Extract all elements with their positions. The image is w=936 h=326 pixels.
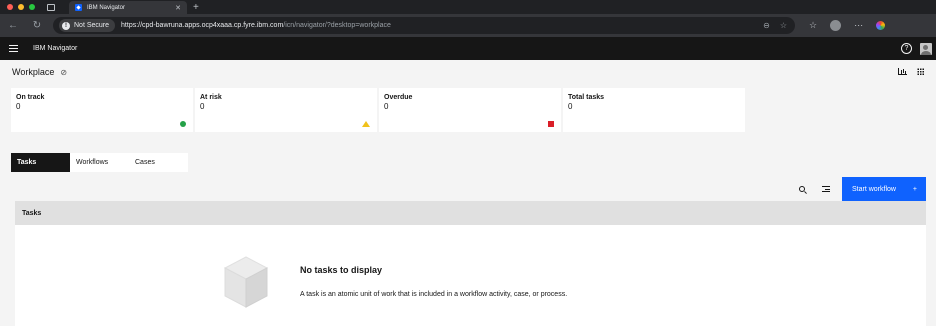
- chart-view-icon[interactable]: [898, 68, 907, 75]
- start-workflow-button[interactable]: Start workflow +: [842, 177, 926, 201]
- tile-count: 0: [568, 102, 573, 111]
- link-icon[interactable]: ⊘: [60, 68, 67, 77]
- grid-view-icon[interactable]: [917, 68, 924, 75]
- tab-cases[interactable]: Cases: [129, 153, 188, 172]
- content-tabs: Tasks Workflows Cases: [11, 153, 188, 172]
- browser-tab-title: IBM Navigator: [87, 4, 126, 11]
- empty-box-icon: [223, 256, 269, 308]
- tile-label: Overdue: [384, 94, 413, 101]
- tile-overdue[interactable]: Overdue 0: [379, 88, 561, 132]
- menu-icon[interactable]: [9, 45, 18, 52]
- tile-count: 0: [200, 102, 205, 111]
- close-window-button[interactable]: [7, 4, 13, 10]
- plus-icon: +: [912, 185, 917, 193]
- filter-icon[interactable]: [814, 177, 838, 201]
- security-label: Not Secure: [74, 22, 110, 29]
- table-header: Tasks: [15, 201, 926, 225]
- tab-overview-icon[interactable]: [47, 3, 55, 11]
- red-square-icon: [548, 121, 554, 127]
- tile-count: 0: [384, 102, 389, 111]
- address-bar[interactable]: ! Not Secure https://cpd-bawruna.apps.oc…: [53, 17, 795, 34]
- start-workflow-label: Start workflow: [852, 185, 896, 193]
- tile-label: On track: [16, 94, 45, 101]
- user-avatar-icon[interactable]: [920, 42, 932, 55]
- bookmarks-icon[interactable]: ☆: [809, 20, 817, 31]
- ibm-favicon-icon: [75, 4, 82, 11]
- empty-state-description: A task is an atomic unit of work that is…: [300, 291, 568, 298]
- empty-state-title: No tasks to display: [300, 265, 383, 275]
- table-toolbar: Start workflow +: [15, 177, 926, 201]
- page-settings-icon[interactable]: ⊖: [763, 21, 770, 30]
- url-path: /icn/navigator/?desktop=workplace: [283, 22, 391, 29]
- tab-tasks[interactable]: Tasks: [11, 153, 70, 172]
- search-icon[interactable]: [790, 177, 814, 201]
- page-title-row: Workplace ⊘: [12, 67, 67, 77]
- tile-label: Total tasks: [568, 94, 605, 101]
- tile-total-tasks[interactable]: Total tasks 0: [563, 88, 745, 132]
- warning-icon: !: [62, 21, 70, 30]
- app-header: IBM Navigator ?: [0, 37, 936, 60]
- tile-at-risk[interactable]: At risk 0: [195, 88, 377, 132]
- maximize-window-button[interactable]: [29, 4, 35, 10]
- bookmark-star-icon[interactable]: ☆: [780, 21, 787, 30]
- browser-tab[interactable]: IBM Navigator ✕: [69, 1, 187, 14]
- help-icon[interactable]: ?: [901, 43, 912, 54]
- close-tab-icon[interactable]: ✕: [175, 4, 181, 12]
- security-indicator[interactable]: ! Not Secure: [59, 19, 116, 32]
- profile-icon[interactable]: [830, 20, 842, 31]
- app-name: IBM Navigator: [33, 45, 78, 52]
- summary-tiles: On track 0 At risk 0 Overdue 0 Total tas…: [11, 88, 745, 132]
- browser-tab-strip: IBM Navigator ✕ +: [0, 0, 936, 14]
- warning-triangle-icon: [362, 121, 370, 127]
- tile-label: At risk: [200, 94, 222, 101]
- green-circle-icon: [180, 121, 186, 127]
- back-arrow-icon[interactable]: ←: [7, 20, 19, 31]
- extension-icon[interactable]: [876, 21, 886, 30]
- view-switcher: [898, 68, 924, 75]
- page-title: Workplace: [12, 67, 55, 77]
- new-tab-icon[interactable]: +: [193, 2, 199, 13]
- window-controls: [7, 4, 35, 10]
- more-menu-icon[interactable]: ⋯: [854, 20, 863, 31]
- table-body: No tasks to display A task is an atomic …: [15, 225, 926, 326]
- tile-on-track[interactable]: On track 0: [11, 88, 193, 132]
- tab-workflows[interactable]: Workflows: [70, 153, 129, 172]
- url-host: https://cpd-bawruna.apps.ocp4xaaa.cp.fyr…: [121, 22, 284, 29]
- browser-toolbar: ← ↻ ! Not Secure https://cpd-bawruna.app…: [0, 14, 936, 37]
- reload-icon[interactable]: ↻: [31, 20, 43, 31]
- minimize-window-button[interactable]: [18, 4, 24, 10]
- tile-count: 0: [16, 102, 21, 111]
